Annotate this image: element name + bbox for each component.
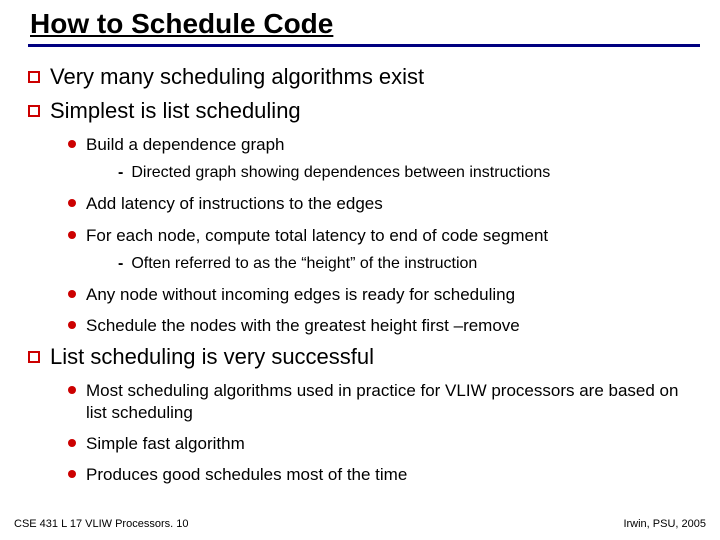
list-item: Any node without incoming edges is ready… bbox=[68, 284, 700, 305]
slide-title: How to Schedule Code bbox=[30, 8, 333, 40]
list-item: Produces good schedules most of the time bbox=[68, 464, 700, 485]
dot-bullet-icon bbox=[68, 290, 76, 298]
square-bullet-icon bbox=[28, 105, 40, 117]
list-item: Very many scheduling algorithms exist bbox=[28, 64, 700, 90]
list-item: Most scheduling algorithms used in pract… bbox=[68, 380, 700, 423]
dot-bullet-icon bbox=[68, 439, 76, 447]
list-item: For each node, compute total latency to … bbox=[68, 225, 700, 246]
dash-bullet-icon: - bbox=[118, 163, 123, 182]
list-item-text: Simple fast algorithm bbox=[86, 433, 245, 454]
list-item-text: Often referred to as the “height” of the… bbox=[131, 254, 477, 274]
list-item: Schedule the nodes with the greatest hei… bbox=[68, 315, 700, 336]
square-bullet-icon bbox=[28, 71, 40, 83]
list-item: Simplest is list scheduling bbox=[28, 98, 700, 124]
list-item-text: Most scheduling algorithms used in pract… bbox=[86, 380, 700, 423]
list-item-text: For each node, compute total latency to … bbox=[86, 225, 548, 246]
list-item-text: List scheduling is very successful bbox=[50, 344, 374, 370]
list-item-text: Produces good schedules most of the time bbox=[86, 464, 407, 485]
list-item: List scheduling is very successful bbox=[28, 344, 700, 370]
list-item: Add latency of instructions to the edges bbox=[68, 193, 700, 214]
dot-bullet-icon bbox=[68, 321, 76, 329]
list-item-text: Add latency of instructions to the edges bbox=[86, 193, 383, 214]
list-item-text: Build a dependence graph bbox=[86, 134, 285, 155]
list-item-text: Simplest is list scheduling bbox=[50, 98, 301, 124]
list-item: - Directed graph showing dependences bet… bbox=[118, 163, 700, 183]
list-item: Build a dependence graph bbox=[68, 134, 700, 155]
dot-bullet-icon bbox=[68, 470, 76, 478]
square-bullet-icon bbox=[28, 351, 40, 363]
dot-bullet-icon bbox=[68, 199, 76, 207]
dot-bullet-icon bbox=[68, 386, 76, 394]
list-item-text: Directed graph showing dependences betwe… bbox=[131, 163, 550, 183]
footer-right: Irwin, PSU, 2005 bbox=[623, 518, 706, 530]
list-item-text: Very many scheduling algorithms exist bbox=[50, 64, 424, 90]
list-item-text: Schedule the nodes with the greatest hei… bbox=[86, 315, 520, 336]
list-item-text: Any node without incoming edges is ready… bbox=[86, 284, 515, 305]
slide-content: Very many scheduling algorithms exist Si… bbox=[28, 56, 700, 487]
list-item: Simple fast algorithm bbox=[68, 433, 700, 454]
title-underline bbox=[28, 44, 700, 47]
footer-left: CSE 431 L 17 VLIW Processors. 10 bbox=[14, 518, 188, 530]
list-item: - Often referred to as the “height” of t… bbox=[118, 254, 700, 274]
dot-bullet-icon bbox=[68, 140, 76, 148]
slide: How to Schedule Code Very many schedulin… bbox=[0, 0, 720, 540]
dot-bullet-icon bbox=[68, 231, 76, 239]
dash-bullet-icon: - bbox=[118, 254, 123, 273]
